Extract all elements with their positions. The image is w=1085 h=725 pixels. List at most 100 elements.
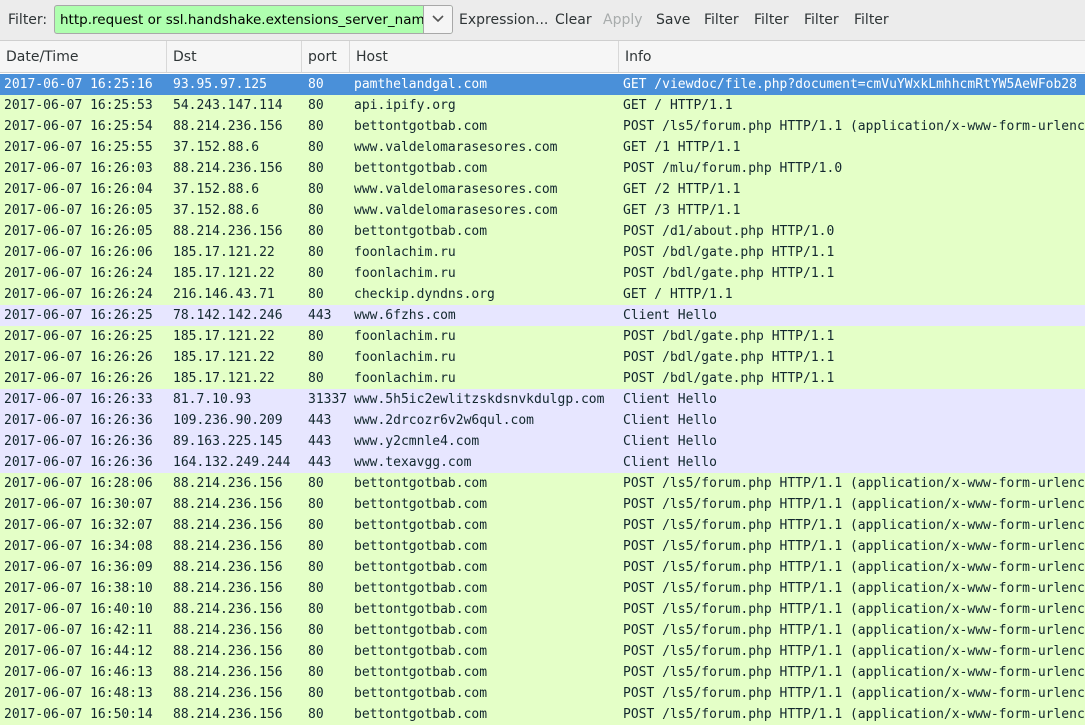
cell-host: bettontgotbab.com <box>354 623 488 638</box>
cell-host: www.texavgg.com <box>354 455 472 470</box>
packet-row[interactable]: 2017-06-07 16:26:05 37.152.88.6 80 www.vald… <box>0 200 1085 221</box>
packet-row[interactable]: 2017-06-07 16:26:36 109.236.90.209 443 www.… <box>0 410 1085 431</box>
cell-datetime: 2017-06-07 16:26:24 <box>4 287 153 302</box>
cell-info: POST /bdl/gate.php HTTP/1.1 <box>623 245 835 260</box>
filter-button-1[interactable]: Filter <box>704 12 739 28</box>
packet-row[interactable]: 2017-06-07 16:50:14 88.214.236.156 80 betto… <box>0 704 1085 725</box>
cell-host: bettontgotbab.com <box>354 581 488 596</box>
filter-dropdown-button[interactable] <box>423 6 452 33</box>
cell-info: POST /bdl/gate.php HTTP/1.1 <box>623 329 835 344</box>
column-header-dst[interactable]: Dst <box>167 41 302 72</box>
packet-row[interactable]: 2017-06-07 16:25:55 37.152.88.6 80 www.vald… <box>0 137 1085 158</box>
cell-datetime: 2017-06-07 16:50:14 <box>4 707 153 722</box>
packet-row[interactable]: 2017-06-07 16:26:33 81.7.10.93 31337 www.5h… <box>0 389 1085 410</box>
packet-row[interactable]: 2017-06-07 16:36:09 88.214.236.156 80 betto… <box>0 557 1085 578</box>
packet-row[interactable]: 2017-06-07 16:40:10 88.214.236.156 80 betto… <box>0 599 1085 620</box>
column-header-info[interactable]: Info <box>619 41 1085 72</box>
cell-datetime: 2017-06-07 16:40:10 <box>4 602 153 617</box>
cell-datetime: 2017-06-07 16:34:08 <box>4 539 153 554</box>
packet-row[interactable]: 2017-06-07 16:26:05 88.214.236.156 80 betto… <box>0 221 1085 242</box>
packet-row[interactable]: 2017-06-07 16:25:16 93.95.97.125 80 pamthel… <box>0 74 1085 95</box>
cell-port: 80 <box>308 245 324 260</box>
packet-row[interactable]: 2017-06-07 16:26:04 37.152.88.6 80 www.vald… <box>0 179 1085 200</box>
display-filter-input[interactable]: http.request or ssl.handshake.extensions… <box>54 5 453 34</box>
packet-row[interactable]: 2017-06-07 16:26:36 89.163.225.145 443 www.… <box>0 431 1085 452</box>
cell-host: www.valdelomarasesores.com <box>354 140 558 155</box>
cell-host: foonlachim.ru <box>354 350 456 365</box>
cell-info: GET /1 HTTP/1.1 <box>623 140 741 155</box>
cell-port: 80 <box>308 518 324 533</box>
cell-dst: 88.214.236.156 <box>173 644 283 659</box>
packet-row[interactable]: 2017-06-07 16:28:06 88.214.236.156 80 betto… <box>0 473 1085 494</box>
cell-host: bettontgotbab.com <box>354 539 488 554</box>
packet-row[interactable]: 2017-06-07 16:26:24 216.146.43.71 80 checki… <box>0 284 1085 305</box>
packet-row[interactable]: 2017-06-07 16:48:13 88.214.236.156 80 betto… <box>0 683 1085 704</box>
column-header-host[interactable]: Host <box>350 41 619 72</box>
cell-info: POST /ls5/forum.php HTTP/1.1 (applicatio… <box>623 623 1085 638</box>
cell-info: POST /ls5/forum.php HTTP/1.1 (applicatio… <box>623 119 1085 134</box>
cell-dst: 93.95.97.125 <box>173 77 267 92</box>
packet-row[interactable]: 2017-06-07 16:46:13 88.214.236.156 80 betto… <box>0 662 1085 683</box>
clear-button[interactable]: Clear <box>555 12 592 28</box>
cell-port: 80 <box>308 329 324 344</box>
packet-row[interactable]: 2017-06-07 16:26:36 164.132.249.244 443 www… <box>0 452 1085 473</box>
cell-info: GET /3 HTTP/1.1 <box>623 203 741 218</box>
packet-row[interactable]: 2017-06-07 16:26:25 78.142.142.246 443 www.… <box>0 305 1085 326</box>
cell-port: 443 <box>308 413 332 428</box>
cell-dst: 88.214.236.156 <box>173 602 283 617</box>
packet-row[interactable]: 2017-06-07 16:30:07 88.214.236.156 80 betto… <box>0 494 1085 515</box>
packet-row[interactable]: 2017-06-07 16:42:11 88.214.236.156 80 betto… <box>0 620 1085 641</box>
chevron-down-icon <box>432 15 444 23</box>
cell-host: checkip.dyndns.org <box>354 287 495 302</box>
display-filter-text[interactable]: http.request or ssl.handshake.extensions… <box>60 12 425 28</box>
cell-info: Client Hello <box>623 455 717 470</box>
cell-info: POST /ls5/forum.php HTTP/1.1 (applicatio… <box>623 560 1085 575</box>
cell-port: 80 <box>308 98 324 113</box>
cell-port: 80 <box>308 371 324 386</box>
cell-info: POST /d1/about.php HTTP/1.0 <box>623 224 835 239</box>
filter-button-4[interactable]: Filter <box>854 12 889 28</box>
cell-dst: 88.214.236.156 <box>173 623 283 638</box>
packet-row[interactable]: 2017-06-07 16:25:53 54.243.147.114 80 api.i… <box>0 95 1085 116</box>
expression-button[interactable]: Expression... <box>459 12 548 28</box>
packet-row[interactable]: 2017-06-07 16:26:25 185.17.121.22 80 foonla… <box>0 326 1085 347</box>
packet-row[interactable]: 2017-06-07 16:26:24 185.17.121.22 80 foonla… <box>0 263 1085 284</box>
cell-dst: 54.243.147.114 <box>173 98 283 113</box>
cell-dst: 109.236.90.209 <box>173 413 283 428</box>
cell-datetime: 2017-06-07 16:25:54 <box>4 119 153 134</box>
cell-info: Client Hello <box>623 413 717 428</box>
cell-host: bettontgotbab.com <box>354 476 488 491</box>
packet-row[interactable]: 2017-06-07 16:44:12 88.214.236.156 80 betto… <box>0 641 1085 662</box>
cell-dst: 185.17.121.22 <box>173 350 275 365</box>
cell-dst: 88.214.236.156 <box>173 665 283 680</box>
cell-datetime: 2017-06-07 16:26:33 <box>4 392 153 407</box>
packet-row[interactable]: 2017-06-07 16:32:07 88.214.236.156 80 betto… <box>0 515 1085 536</box>
column-header-port[interactable]: port <box>302 41 350 72</box>
apply-button[interactable]: Apply <box>603 12 643 28</box>
cell-info: POST /ls5/forum.php HTTP/1.1 (applicatio… <box>623 665 1085 680</box>
packet-row[interactable]: 2017-06-07 16:26:03 88.214.236.156 80 betto… <box>0 158 1085 179</box>
filter-button-3[interactable]: Filter <box>804 12 839 28</box>
cell-port: 80 <box>308 161 324 176</box>
packet-row[interactable]: 2017-06-07 16:25:54 88.214.236.156 80 betto… <box>0 116 1085 137</box>
cell-host: www.5h5ic2ewlitzskdsnvkdulgp.com <box>354 392 605 407</box>
packet-list: 2017-06-07 16:25:16 93.95.97.125 80 pamthel… <box>0 74 1085 725</box>
column-header-datetime[interactable]: Date/Time <box>0 41 167 72</box>
cell-info: POST /mlu/forum.php HTTP/1.0 <box>623 161 843 176</box>
packet-row[interactable]: 2017-06-07 16:38:10 88.214.236.156 80 betto… <box>0 578 1085 599</box>
cell-dst: 88.214.236.156 <box>173 707 283 722</box>
cell-dst: 88.214.236.156 <box>173 518 283 533</box>
packet-row[interactable]: 2017-06-07 16:26:26 185.17.121.22 80 foonla… <box>0 347 1085 368</box>
packet-row[interactable]: 2017-06-07 16:26:26 185.17.121.22 80 foonla… <box>0 368 1085 389</box>
packet-row[interactable]: 2017-06-07 16:26:06 185.17.121.22 80 foonla… <box>0 242 1085 263</box>
cell-port: 80 <box>308 686 324 701</box>
save-button[interactable]: Save <box>656 12 690 28</box>
cell-info: POST /ls5/forum.php HTTP/1.1 (applicatio… <box>623 644 1085 659</box>
packet-row[interactable]: 2017-06-07 16:34:08 88.214.236.156 80 betto… <box>0 536 1085 557</box>
filter-button-2[interactable]: Filter <box>754 12 789 28</box>
cell-info: Client Hello <box>623 392 717 407</box>
cell-info: POST /ls5/forum.php HTTP/1.1 (applicatio… <box>623 497 1085 512</box>
cell-dst: 88.214.236.156 <box>173 119 283 134</box>
cell-info: Client Hello <box>623 434 717 449</box>
cell-port: 31337 <box>308 392 348 407</box>
